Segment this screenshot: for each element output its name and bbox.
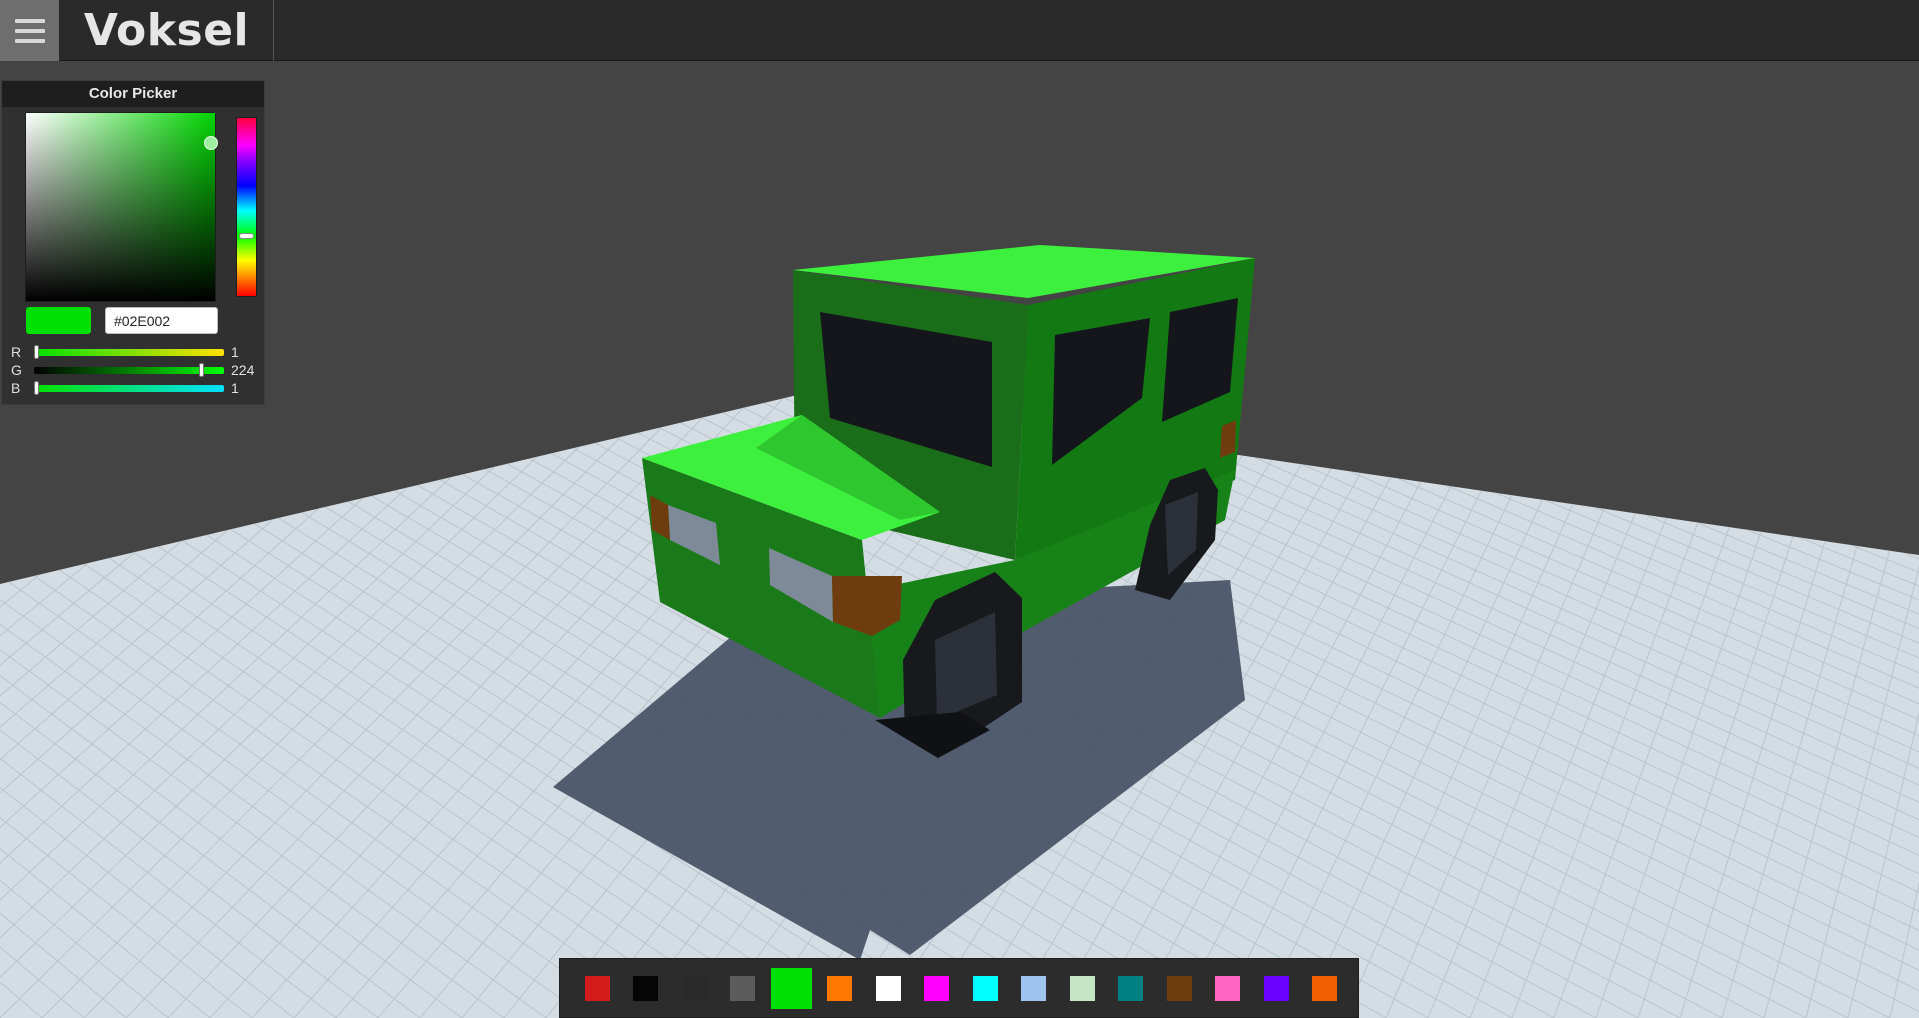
palette-swatch[interactable] (771, 968, 812, 1009)
palette-swatch[interactable] (1264, 976, 1289, 1001)
green-channel-row: G 224 (11, 362, 261, 378)
red-label: R (11, 344, 22, 360)
green-slider[interactable] (34, 362, 224, 377)
menu-bar-line (14, 28, 45, 33)
saturation-value-area[interactable] (25, 112, 218, 302)
red-value: 1 (231, 344, 239, 360)
scene-canvas[interactable] (0, 61, 1919, 1018)
palette-swatch[interactable] (1215, 976, 1240, 1001)
red-slider-thumb[interactable] (34, 344, 39, 359)
current-color-swatch (26, 307, 91, 334)
green-slider-thumb[interactable] (199, 362, 204, 377)
color-picker-panel: Color Picker R 1 G 224 B (1, 80, 265, 405)
palette-swatch[interactable] (1167, 976, 1192, 1001)
3d-viewport[interactable] (0, 61, 1919, 1018)
palette-swatch[interactable] (827, 976, 852, 1001)
top-bar: Voksel (0, 0, 1919, 61)
blue-value: 1 (231, 380, 239, 396)
blue-channel-row: B 1 (11, 380, 261, 396)
green-value: 224 (231, 362, 255, 378)
palette-swatch[interactable] (633, 976, 658, 1001)
palette-swatch[interactable] (1021, 976, 1046, 1001)
palette-swatch[interactable] (1070, 976, 1095, 1001)
palette-swatch[interactable] (585, 976, 610, 1001)
app-title: Voksel (60, 0, 274, 61)
voksel-app: Voksel Color Picker #02E002 R 1 G 224 B … (0, 0, 1919, 1018)
palette-swatch[interactable] (973, 976, 998, 1001)
hue-slider[interactable] (236, 117, 257, 297)
hamburger-menu-icon[interactable] (0, 0, 59, 61)
blue-slider-thumb[interactable] (34, 380, 39, 395)
menu-bar-line (14, 18, 45, 23)
palette-swatch[interactable] (1312, 976, 1337, 1001)
hex-color-input[interactable] (105, 307, 218, 334)
color-picker-title: Color Picker (2, 81, 264, 107)
blue-slider[interactable] (34, 380, 224, 395)
palette-swatch[interactable] (924, 976, 949, 1001)
palette-swatch[interactable] (682, 976, 707, 1001)
palette-swatch[interactable] (730, 976, 755, 1001)
palette-swatch[interactable] (876, 976, 901, 1001)
red-slider[interactable] (34, 344, 224, 359)
color-palette-bar (559, 958, 1359, 1018)
palette-swatch[interactable] (1118, 976, 1143, 1001)
red-channel-row: R 1 (11, 344, 261, 360)
blue-label: B (11, 380, 21, 396)
hue-slider-handle[interactable] (239, 233, 254, 239)
green-label: G (11, 362, 22, 378)
menu-bar-line (14, 38, 45, 43)
saturation-value-handle[interactable] (204, 136, 218, 150)
